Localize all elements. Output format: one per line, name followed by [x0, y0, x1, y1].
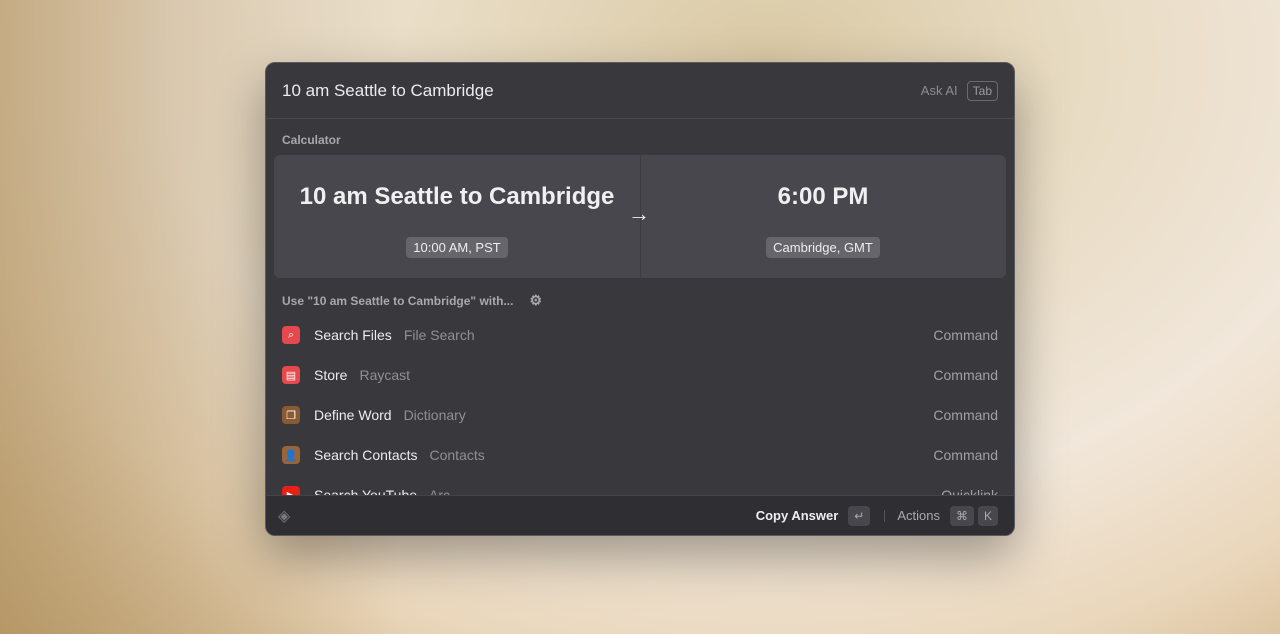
item-subtitle: Dictionary	[403, 407, 466, 423]
search-bar: 10 am Seattle to Cambridge Ask AI Tab	[266, 63, 1014, 119]
section-title-calculator: Calculator	[282, 133, 341, 147]
divider	[884, 509, 886, 522]
calc-input: 10 am Seattle to Cambridge	[299, 183, 615, 210]
gear-icon[interactable]: ⚙	[529, 292, 542, 309]
calc-result-detail: Cambridge, GMT	[766, 237, 880, 258]
search-input[interactable]: 10 am Seattle to Cambridge	[282, 81, 921, 101]
actions-button[interactable]: Actions	[897, 508, 940, 523]
use-with-header: Use "10 am Seattle to Cambridge" with...…	[266, 278, 1014, 315]
magnifier-icon: ⌕	[282, 326, 300, 344]
calculator-result-card[interactable]: 10 am Seattle to Cambridge 10:00 AM, PST…	[274, 155, 1006, 278]
contact-icon: 👤	[282, 446, 300, 464]
use-with-label: Use "10 am Seattle to Cambridge" with...	[282, 293, 514, 308]
calc-result: 6:00 PM	[777, 183, 869, 210]
list-item[interactable]: 👤 Search Contacts Contacts Command	[266, 435, 1014, 475]
copy-answer-button[interactable]: Copy Answer	[756, 508, 839, 523]
command-list: ⌕ Search Files File Search Command ▤ Stor…	[266, 315, 1014, 515]
item-subtitle: Raycast	[359, 367, 411, 383]
tab-key-hint: Tab	[966, 80, 998, 101]
list-item[interactable]: ❐ Define Word Dictionary Command	[266, 395, 1014, 435]
item-kind: Command	[933, 407, 998, 423]
k-key-hint: K	[977, 505, 998, 526]
enter-key-hint: ↵	[848, 505, 871, 526]
book-icon: ❐	[282, 406, 300, 424]
item-title: Search Contacts	[314, 447, 418, 463]
list-item[interactable]: ▤ Store Raycast Command	[266, 355, 1014, 395]
item-title: Store	[314, 367, 348, 383]
item-title: Define Word	[314, 407, 392, 423]
raycast-window: 10 am Seattle to Cambridge Ask AI Tab Ca…	[265, 62, 1015, 536]
arrow-right-icon: →	[628, 201, 650, 226]
item-subtitle: Contacts	[429, 447, 485, 463]
item-kind: Command	[933, 367, 998, 383]
item-subtitle: File Search	[403, 327, 475, 343]
ask-ai-button[interactable]: Ask AI	[921, 83, 958, 98]
item-kind: Command	[933, 327, 998, 343]
store-icon: ▤	[282, 366, 300, 384]
calc-input-detail: 10:00 AM, PST	[406, 237, 508, 258]
list-item[interactable]: ⌕ Search Files File Search Command	[266, 315, 1014, 355]
raycast-logo-icon: ◈	[278, 507, 291, 525]
cmd-key-hint: ⌘	[949, 505, 974, 526]
item-kind: Command	[933, 447, 998, 463]
footer-bar: ◈ Copy Answer ↵ Actions ⌘ K	[266, 495, 1014, 535]
item-title: Search Files	[314, 327, 392, 343]
